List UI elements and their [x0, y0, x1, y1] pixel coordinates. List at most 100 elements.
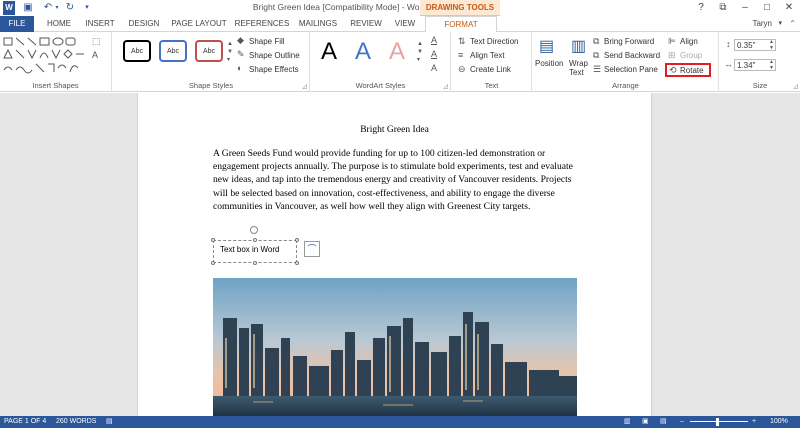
gallery-scroll-icon[interactable]: ▲ ▼ ▾: [227, 40, 233, 64]
print-layout-icon[interactable]: ▣: [642, 416, 649, 428]
group-icon: ⊞: [668, 50, 676, 60]
shape-effects-button[interactable]: Shape Effects: [249, 65, 299, 74]
document-area[interactable]: Bright Green Idea A Green Seeds Fund wou…: [0, 93, 800, 416]
ribbon-display-icon[interactable]: ⧉: [712, 0, 734, 16]
page-count[interactable]: PAGE 1 OF 4: [4, 416, 46, 428]
wrap-text-button-line2[interactable]: Text: [569, 68, 584, 77]
user-name[interactable]: Taryn: [752, 16, 772, 32]
rotate-button[interactable]: ⟲ Rotate: [665, 63, 711, 77]
shapes-gallery[interactable]: [2, 36, 96, 76]
text-direction-icon: ⇅: [458, 36, 466, 46]
wordart-style-pink[interactable]: A: [389, 38, 405, 66]
text-fill-icon[interactable]: A: [431, 35, 437, 45]
size-launcher-icon[interactable]: ◿: [793, 83, 798, 90]
align-button[interactable]: Align: [680, 37, 698, 46]
text-box-icon[interactable]: A: [92, 50, 98, 60]
document-page[interactable]: Bright Green Idea A Green Seeds Fund wou…: [137, 93, 652, 416]
help-icon[interactable]: ?: [690, 0, 712, 16]
tab-references[interactable]: REFERENCES: [234, 16, 290, 32]
text-group: ⇅ Text Direction ≡ Align Text ⊖ Create L…: [452, 32, 532, 92]
shape-fill-button[interactable]: Shape Fill: [249, 37, 285, 46]
zoom-in-icon[interactable]: +: [752, 416, 756, 428]
undo-icon[interactable]: ↶: [42, 1, 54, 15]
maximize-icon[interactable]: □: [756, 0, 778, 16]
tab-format[interactable]: FORMAT: [425, 16, 497, 33]
text-direction-button[interactable]: Text Direction: [470, 37, 518, 46]
tab-mailings[interactable]: MAILINGS: [294, 16, 342, 32]
proofing-icon[interactable]: ▤: [106, 416, 113, 428]
customize-qat-icon[interactable]: ▾: [82, 1, 92, 15]
word-count[interactable]: 260 WORDS: [56, 416, 96, 428]
close-icon[interactable]: ✕: [778, 0, 800, 16]
align-icon: ⊫: [668, 36, 676, 46]
resize-handle-top-left[interactable]: [211, 238, 215, 242]
resize-handle-top-right[interactable]: [295, 238, 299, 242]
resize-handle-bottom-right[interactable]: [295, 261, 299, 265]
text-effects-icon[interactable]: A: [431, 63, 437, 73]
tab-design[interactable]: DESIGN: [124, 16, 164, 32]
shape-height-icon: ↕: [726, 39, 731, 49]
tab-review[interactable]: REVIEW: [346, 16, 386, 32]
arrange-group: ▤ Position ▥ Wrap Text ⧉ Bring Forward ⧉…: [533, 32, 719, 92]
text-outline-icon[interactable]: A: [431, 49, 437, 59]
rotation-handle-icon[interactable]: [250, 226, 258, 234]
text-box-content[interactable]: Text box in Word: [220, 245, 279, 254]
wordart-style-black[interactable]: A: [321, 38, 337, 66]
wordart-launcher-icon[interactable]: ◿: [443, 83, 448, 90]
tab-file[interactable]: FILE: [0, 16, 34, 32]
wordart-style-blue[interactable]: A: [355, 38, 371, 66]
zoom-slider[interactable]: [690, 421, 748, 422]
layout-options-icon[interactable]: ⌒: [304, 241, 320, 257]
shape-style-red[interactable]: Abc: [195, 40, 223, 62]
minimize-icon[interactable]: –: [734, 0, 756, 16]
dropdown-arrow-icon[interactable]: ▾: [54, 1, 60, 15]
resize-handle-top-center[interactable]: [253, 238, 257, 242]
create-link-icon: ⊖: [458, 64, 466, 74]
group-button[interactable]: Group: [680, 51, 702, 60]
wordart-gallery-scroll-icon[interactable]: ▲ ▼ ▾: [417, 40, 423, 64]
tab-page-layout[interactable]: PAGE LAYOUT: [168, 16, 230, 32]
title-bar: W ▣ ↶ ▾ ↻ ▾ Bright Green Idea [Compatibi…: [0, 0, 800, 16]
align-text-icon: ≡: [458, 50, 464, 60]
align-text-button[interactable]: Align Text: [470, 51, 505, 60]
edit-shape-icon[interactable]: ⬚: [92, 36, 101, 47]
send-backward-icon: ⧉: [593, 50, 600, 60]
tab-home[interactable]: HOME: [40, 16, 78, 32]
collapse-ribbon-icon[interactable]: ⌃: [789, 16, 796, 32]
zoom-level[interactable]: 100%: [770, 416, 788, 428]
redo-icon[interactable]: ↻: [64, 1, 76, 15]
selection-pane-button[interactable]: Selection Pane: [604, 65, 658, 74]
save-icon[interactable]: ▣: [22, 1, 34, 15]
read-mode-icon[interactable]: ▥: [624, 416, 631, 428]
create-link-button[interactable]: Create Link: [470, 65, 511, 74]
zoom-out-icon[interactable]: –: [680, 416, 684, 428]
zoom-slider-thumb[interactable]: [716, 418, 719, 426]
shape-outline-icon: ✎: [237, 49, 245, 59]
word-app-icon[interactable]: W: [3, 1, 15, 15]
shape-effects-icon: ◐: [237, 63, 243, 73]
bring-forward-button[interactable]: Bring Forward: [604, 37, 654, 46]
document-paragraph[interactable]: A Green Seeds Fund would provide funding…: [213, 147, 583, 213]
user-dropdown-icon[interactable]: ▾: [778, 16, 782, 32]
city-skyline-image[interactable]: [213, 278, 577, 416]
document-heading[interactable]: Bright Green Idea: [138, 125, 651, 135]
selection-pane-icon: ☰: [593, 64, 602, 74]
shape-style-blue[interactable]: Abc: [159, 40, 187, 62]
width-spinner-icon[interactable]: ▲ ▼: [769, 59, 774, 71]
text-box-shape[interactable]: Text box in Word: [213, 240, 297, 263]
shape-style-black[interactable]: Abc: [123, 40, 151, 62]
tab-insert[interactable]: INSERT: [80, 16, 120, 32]
send-backward-button[interactable]: Send Backward: [604, 51, 660, 60]
shape-width-input[interactable]: 1.34" ▲ ▼: [734, 59, 776, 71]
resize-handle-bottom-center[interactable]: [253, 261, 257, 265]
height-spinner-icon[interactable]: ▲ ▼: [769, 39, 774, 51]
shape-outline-button[interactable]: Shape Outline: [249, 51, 300, 60]
wrap-text-button-line1[interactable]: Wrap: [569, 59, 588, 68]
shape-styles-launcher-icon[interactable]: ◿: [302, 83, 307, 90]
web-layout-icon[interactable]: ▤: [660, 416, 667, 428]
resize-handle-bottom-left[interactable]: [211, 261, 215, 265]
shape-height-input[interactable]: 0.35" ▲ ▼: [734, 39, 776, 51]
position-button[interactable]: Position: [535, 59, 563, 68]
size-group-label: Size: [752, 81, 768, 90]
tab-view[interactable]: VIEW: [390, 16, 420, 32]
